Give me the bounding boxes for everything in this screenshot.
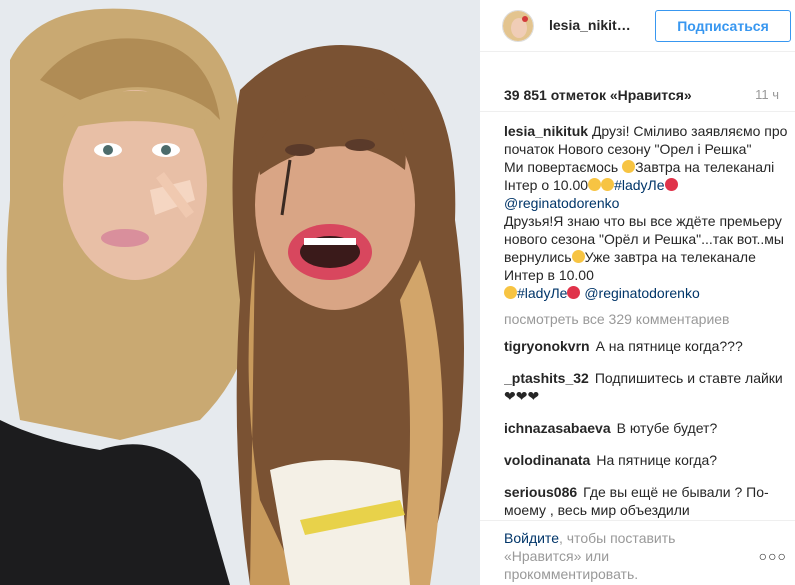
mention-link[interactable]: @reginatodorenko	[584, 285, 699, 301]
wink-kiss-emoji-icon	[504, 286, 517, 299]
comment-item: tigryonokvrn А на пятнице когда???	[504, 337, 792, 355]
post-photo	[0, 0, 480, 585]
follow-button[interactable]: Подписаться	[655, 10, 791, 42]
post-footer: Войдите, чтобы поставить «Нравится» или …	[480, 520, 795, 585]
photo-illustration	[0, 0, 480, 585]
post-sidebar: lesia_nikit… Подписаться 39 851 отметок …	[480, 0, 795, 585]
comment-text: А на пятнице когда???	[595, 338, 743, 354]
smile-emoji-icon	[622, 160, 636, 173]
comment-item: serious086 Где вы ещё не бывали ? По-моем…	[504, 483, 792, 519]
post-caption: lesia_nikituk Друзі! Сміливо заявляємо п…	[504, 122, 792, 302]
comment-author[interactable]: volodinanata	[504, 452, 590, 468]
comment-author[interactable]: ichnazasabaeva	[504, 420, 611, 436]
hashtag-link[interactable]: #ladyЛе	[517, 285, 567, 301]
hashtag-link[interactable]: #ladyЛе	[614, 177, 664, 193]
likes-count[interactable]: 39 851 отметок «Нравится»	[504, 87, 692, 103]
grin-emoji-icon	[571, 250, 585, 263]
caption-author[interactable]: lesia_nikituk	[504, 123, 588, 139]
post-stats: 39 851 отметок «Нравится» 11 ч	[480, 52, 795, 112]
login-link[interactable]: Войдите	[504, 530, 559, 546]
avatar-image	[503, 11, 533, 41]
comment-item: ichnazasabaeva В ютубе будет?	[504, 419, 792, 437]
comment-item: _ptashits_32 Подпишитесь и ставте лайки ❤…	[504, 369, 792, 405]
view-all-comments-link[interactable]: посмотреть все 329 комментариев	[504, 310, 792, 328]
caption-text-2a: Ми повертаємось	[504, 159, 623, 175]
post-time[interactable]: 11 ч	[755, 87, 779, 102]
username-link[interactable]: lesia_nikit…	[549, 17, 631, 33]
post-header: lesia_nikit… Подписаться	[480, 0, 795, 52]
comment-text: В ютубе будет?	[616, 420, 718, 436]
mention-link[interactable]: @reginatodorenko	[504, 195, 619, 211]
comment-text: На пятнице когда?	[596, 452, 718, 468]
comment-item: volodinanata На пятнице когда?	[504, 451, 792, 469]
more-options-icon[interactable]: ○○○	[759, 548, 787, 564]
comments-list: lesia_nikituk Друзі! Сміливо заявляємо п…	[504, 122, 792, 520]
avatar[interactable]	[502, 10, 534, 42]
relieved-emoji-icon	[601, 178, 615, 191]
comment-author[interactable]: _ptashits_32	[504, 370, 589, 386]
comment-author[interactable]: tigryonokvrn	[504, 338, 590, 354]
login-prompt: Войдите, чтобы поставить «Нравится» или …	[504, 529, 734, 583]
relieved-emoji-icon	[588, 178, 602, 191]
kiss-mark-icon	[664, 178, 678, 191]
kiss-mark-icon	[567, 286, 581, 299]
comment-author[interactable]: serious086	[504, 484, 577, 500]
